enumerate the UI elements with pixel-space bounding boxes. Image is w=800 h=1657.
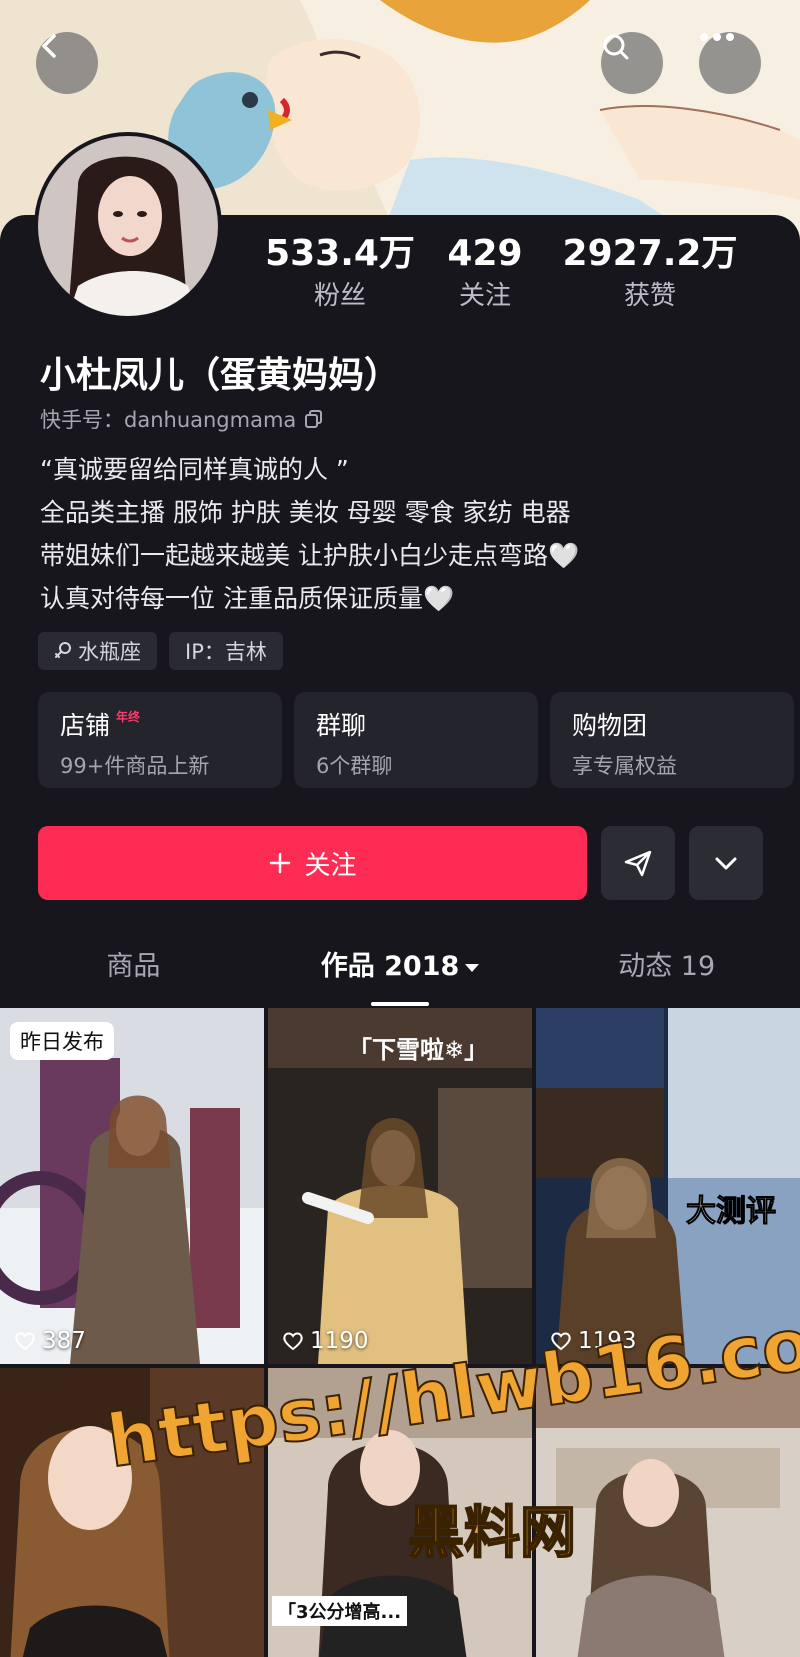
copy-icon[interactable]: [304, 409, 324, 429]
tag-label: 水瓶座: [78, 640, 141, 664]
search-button[interactable]: [601, 32, 663, 94]
caret-down-icon: [465, 963, 480, 972]
heart-icon: [283, 1332, 303, 1351]
tab-label: 商品: [106, 951, 161, 982]
video-caption: 「下雪啦❄」: [348, 1036, 489, 1064]
kuaishou-id: 快手号：danhuangmama: [40, 408, 297, 432]
feature-subtitle: 享专属权益: [572, 754, 677, 778]
stat-label: 粉丝: [313, 281, 366, 311]
profile-tabs: 商品 作品 2018 动态 19: [0, 940, 800, 1012]
video-caption: 「3公分增高...: [272, 1596, 408, 1626]
stat-value: 533.4万: [265, 233, 415, 274]
feature-shopping-group[interactable]: 购物团 享专属权益: [550, 692, 794, 788]
stat-following[interactable]: 429 关注: [420, 232, 550, 314]
avatar[interactable]: [34, 132, 222, 320]
profile-bio: “真诚要留给同样真诚的人 ” 全品类主播 服饰 护肤 美妆 母婴 零食 家纺 电…: [40, 448, 579, 620]
profile-name: 小杜凤儿（蛋黄妈妈）: [40, 355, 401, 396]
feature-title: 群聊: [316, 711, 367, 740]
back-button[interactable]: [36, 32, 98, 94]
follow-label: 关注: [304, 850, 357, 881]
chevron-left-icon: [42, 34, 56, 58]
kuaishou-id-row: 快手号：danhuangmama: [40, 404, 324, 434]
tab-products[interactable]: 商品: [0, 940, 267, 1012]
plus-icon: [270, 852, 291, 874]
bio-line: 全品类主播 服饰 护肤 美妆 母婴 零食 家纺 电器: [40, 498, 571, 527]
likes-count: 387: [42, 1328, 86, 1354]
likes-count: 1190: [310, 1328, 369, 1354]
feature-group-chat[interactable]: 群聊 6个群聊: [294, 692, 538, 788]
feature-title: 购物团: [572, 711, 648, 740]
more-dots-icon: [700, 33, 734, 41]
tag-label: IP：吉林: [185, 640, 267, 664]
stat-likes[interactable]: 2927.2万 获赞: [550, 232, 750, 314]
watermark-name: 黑料网: [407, 1500, 577, 1567]
video-tile[interactable]: 「下雪啦❄」 1190: [268, 1008, 532, 1364]
feature-shop[interactable]: 店铺 年终 99+件商品上新: [38, 692, 282, 788]
tab-label: 动态 19: [618, 951, 716, 982]
avatar-photo: [38, 136, 218, 316]
video-likes: 387: [14, 1328, 86, 1354]
search-icon: [603, 34, 629, 60]
heart-icon: [15, 1332, 35, 1351]
profile-stats: 533.4万 粉丝 429 关注 2927.2万 获赞: [260, 232, 780, 314]
bio-line: 认真对待每一位 注重品质保证质量🤍: [40, 584, 455, 613]
more-button[interactable]: [699, 32, 761, 94]
stat-label: 关注: [458, 281, 511, 311]
chevron-down-icon: [715, 857, 737, 870]
video-thumbnail: [0, 1008, 264, 1364]
feature-cards: 店铺 年终 99+件商品上新 群聊 6个群聊 购物团 享专属权益: [38, 692, 798, 788]
video-tile[interactable]: 昨日发布 387: [0, 1008, 264, 1364]
feature-subtitle: 6个群聊: [316, 754, 393, 778]
action-row: 关注: [38, 826, 763, 900]
video-caption: 大测评: [686, 1194, 777, 1230]
stat-followers[interactable]: 533.4万 粉丝: [260, 232, 420, 314]
stat-value: 2927.2万: [562, 233, 738, 274]
stat-label: 获赞: [623, 281, 676, 311]
bio-line: “真诚要留给同样真诚的人 ”: [40, 455, 349, 484]
tag-zodiac[interactable]: 水瓶座: [38, 632, 157, 670]
follow-button[interactable]: 关注: [38, 826, 587, 900]
feature-subtitle: 99+件商品上新: [60, 754, 210, 778]
video-pill: 昨日发布: [10, 1022, 114, 1060]
tab-works[interactable]: 作品 2018: [267, 940, 534, 1012]
share-button[interactable]: [601, 826, 675, 900]
bio-line: 带姐妹们一起越来越美 让护肤小白少走点弯路🤍: [40, 541, 580, 570]
video-likes: 1190: [282, 1328, 369, 1354]
tag-ip[interactable]: IP：吉林: [169, 632, 283, 670]
feature-badge: 年终: [116, 710, 141, 724]
tab-moments[interactable]: 动态 19: [533, 940, 800, 1012]
more-options-button[interactable]: [689, 826, 763, 900]
stat-value: 429: [447, 233, 523, 274]
female-symbol-icon: [55, 642, 71, 658]
tab-label: 作品 2018: [320, 951, 460, 982]
send-icon: [624, 850, 652, 877]
profile-tags: 水瓶座 IP：吉林: [38, 632, 283, 670]
watermark: https://hlwb16.com 黑料网: [101, 1290, 800, 1569]
feature-title: 店铺: [60, 711, 111, 740]
